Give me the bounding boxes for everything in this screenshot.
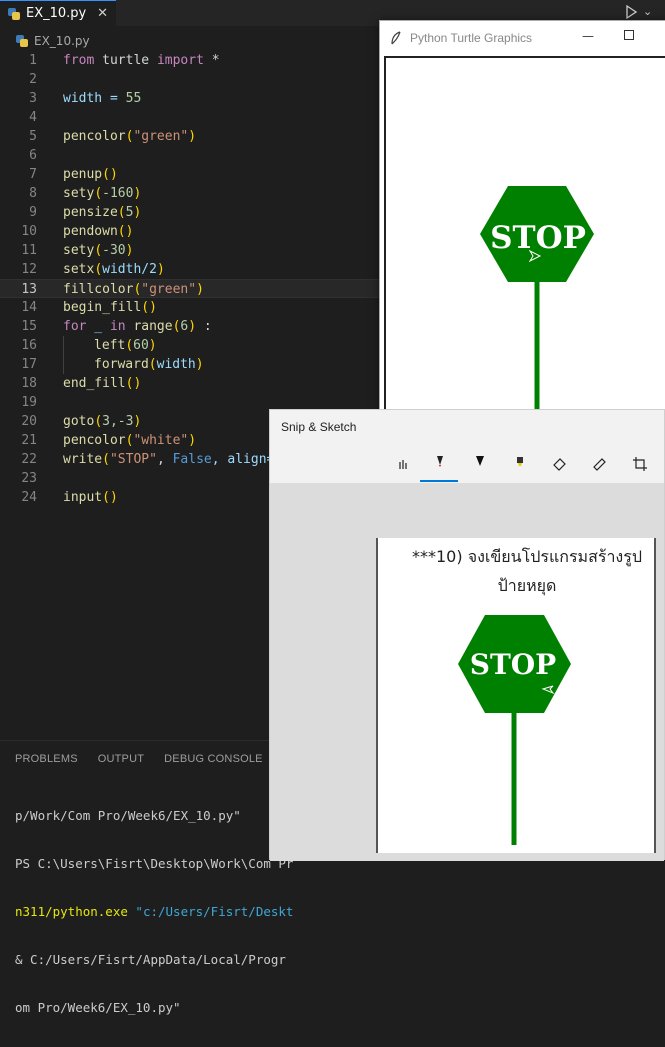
- line-number: 5: [29, 129, 37, 144]
- indent-guide: [63, 336, 64, 355]
- pencil-icon[interactable]: [471, 455, 489, 473]
- line-number: 4: [29, 110, 37, 125]
- line-number: 14: [21, 300, 37, 315]
- code-line: 5 pencolor("green"): [0, 127, 380, 146]
- line-number: 12: [21, 262, 37, 277]
- terminal-line: & C:/Users/Fisrt/AppData/Local/Progr: [15, 952, 286, 967]
- code-line: 11 sety(-30): [0, 241, 380, 260]
- stop-sign-picture: STOP: [458, 615, 571, 845]
- code-line: 3 width = 55: [0, 89, 380, 108]
- code-line: 2: [0, 70, 380, 89]
- feather-icon: [391, 30, 401, 44]
- tab-problems[interactable]: PROBLEMS: [15, 753, 78, 765]
- terminal-line: om Pro/Week6/EX_10.py": [15, 1000, 181, 1015]
- code-line: 1 from turtle import *: [0, 51, 380, 70]
- line-number: 16: [21, 338, 37, 353]
- line-number: 20: [21, 414, 37, 429]
- snip-canvas-area[interactable]: ***10) จงเขียนโปรแกรมสร้างรูป ป้ายหยุด S…: [270, 483, 664, 861]
- python-file-icon: [8, 7, 20, 20]
- highlighter-icon[interactable]: [511, 455, 529, 473]
- line-number: 18: [21, 376, 37, 391]
- code-line: 18 end_fill(): [0, 374, 380, 393]
- turtle-graphics-window[interactable]: Python Turtle Graphics — STOP <: [379, 20, 665, 462]
- code-line: 14 begin_fill(): [0, 298, 380, 317]
- active-tool-indicator: [420, 480, 458, 482]
- indent-guide: [63, 355, 64, 374]
- breadcrumb-file: EX_10.py: [34, 34, 90, 48]
- turtle-window-title: Python Turtle Graphics: [410, 30, 533, 45]
- code-line: 16 left(60): [0, 336, 380, 355]
- line-number: 8: [29, 186, 37, 201]
- maximize-button[interactable]: [624, 30, 634, 40]
- line-number: 11: [21, 243, 37, 258]
- stop-sign-drawing: STOP: [480, 186, 594, 414]
- code-line: 4: [0, 108, 380, 127]
- line-number: 3: [29, 91, 37, 106]
- line-number: 9: [29, 205, 37, 220]
- ruler-icon[interactable]: [591, 455, 609, 473]
- tab-ex10[interactable]: EX_10.py ✕: [0, 0, 116, 26]
- close-icon[interactable]: ✕: [97, 6, 108, 21]
- run-icon[interactable]: [624, 5, 638, 19]
- chevron-down-icon[interactable]: ⌄: [643, 5, 652, 18]
- code-line: 6: [0, 146, 380, 165]
- snip-image: ***10) จงเขียนโปรแกรมสร้างรูป ป้ายหยุด S…: [376, 538, 656, 853]
- snip-sketch-window[interactable]: Snip & Sketch ***10) จงเขียนโปรแกรมสร้าง…: [269, 409, 665, 861]
- code-line: 17 forward(width): [0, 355, 380, 374]
- line-number: 6: [29, 148, 37, 163]
- line-number: 22: [21, 452, 37, 467]
- turtle-canvas[interactable]: STOP: [384, 56, 665, 436]
- code-line: 9 pensize(5): [0, 203, 380, 222]
- python-file-icon: [16, 35, 28, 47]
- tab-output[interactable]: OUTPUT: [98, 753, 144, 765]
- turtle-title-bar[interactable]: Python Turtle Graphics: [380, 21, 665, 54]
- line-number: 7: [29, 167, 37, 182]
- line-number: 21: [21, 433, 37, 448]
- panel-tabs: PROBLEMS OUTPUT DEBUG CONSOLE: [15, 753, 263, 765]
- line-number: 15: [21, 319, 37, 334]
- sign-text: STOP: [470, 648, 557, 681]
- touch-writing-icon[interactable]: [394, 455, 412, 473]
- terminal-line: p/Work/Com Pro/Week6/EX_10.py": [15, 808, 241, 823]
- code-line: 15 for _ in range(6) :: [0, 317, 380, 336]
- breadcrumb[interactable]: EX_10.py: [16, 32, 90, 50]
- crop-icon[interactable]: [631, 455, 649, 473]
- snip-window-title: Snip & Sketch: [281, 420, 357, 434]
- terminal-line: PS C:\Users\Fisrt\Desktop\Work\Com Pr: [15, 856, 294, 871]
- code-line: 7 penup(): [0, 165, 380, 184]
- line-number: 13: [21, 282, 37, 297]
- code-line: 12 setx(width/2): [0, 260, 380, 279]
- eraser-icon[interactable]: [551, 455, 569, 473]
- minimize-button[interactable]: —: [582, 29, 594, 43]
- terminal-line: n311/python.exe "c:/Users/Fisrt/Deskt: [15, 904, 294, 919]
- ballpoint-pen-icon[interactable]: [431, 455, 449, 473]
- line-number: 1: [29, 53, 37, 68]
- line-number: 23: [21, 471, 37, 486]
- snip-toolbar: [270, 450, 664, 483]
- code-line-current: 13 fillcolor("green"): [0, 279, 380, 298]
- sign-text: STOP: [490, 220, 586, 256]
- line-number: 19: [21, 395, 37, 410]
- tab-label: EX_10.py: [26, 6, 87, 21]
- line-number: 17: [21, 357, 37, 372]
- code-line: 8 sety(-160): [0, 184, 380, 203]
- tab-debug-console[interactable]: DEBUG CONSOLE: [164, 753, 263, 765]
- line-number: 24: [21, 490, 37, 505]
- code-line: 10 pendown(): [0, 222, 380, 241]
- line-number: 10: [21, 224, 37, 239]
- line-number: 2: [29, 72, 37, 87]
- terminal-output[interactable]: p/Work/Com Pro/Week6/EX_10.py" PS C:\Use…: [15, 777, 293, 1047]
